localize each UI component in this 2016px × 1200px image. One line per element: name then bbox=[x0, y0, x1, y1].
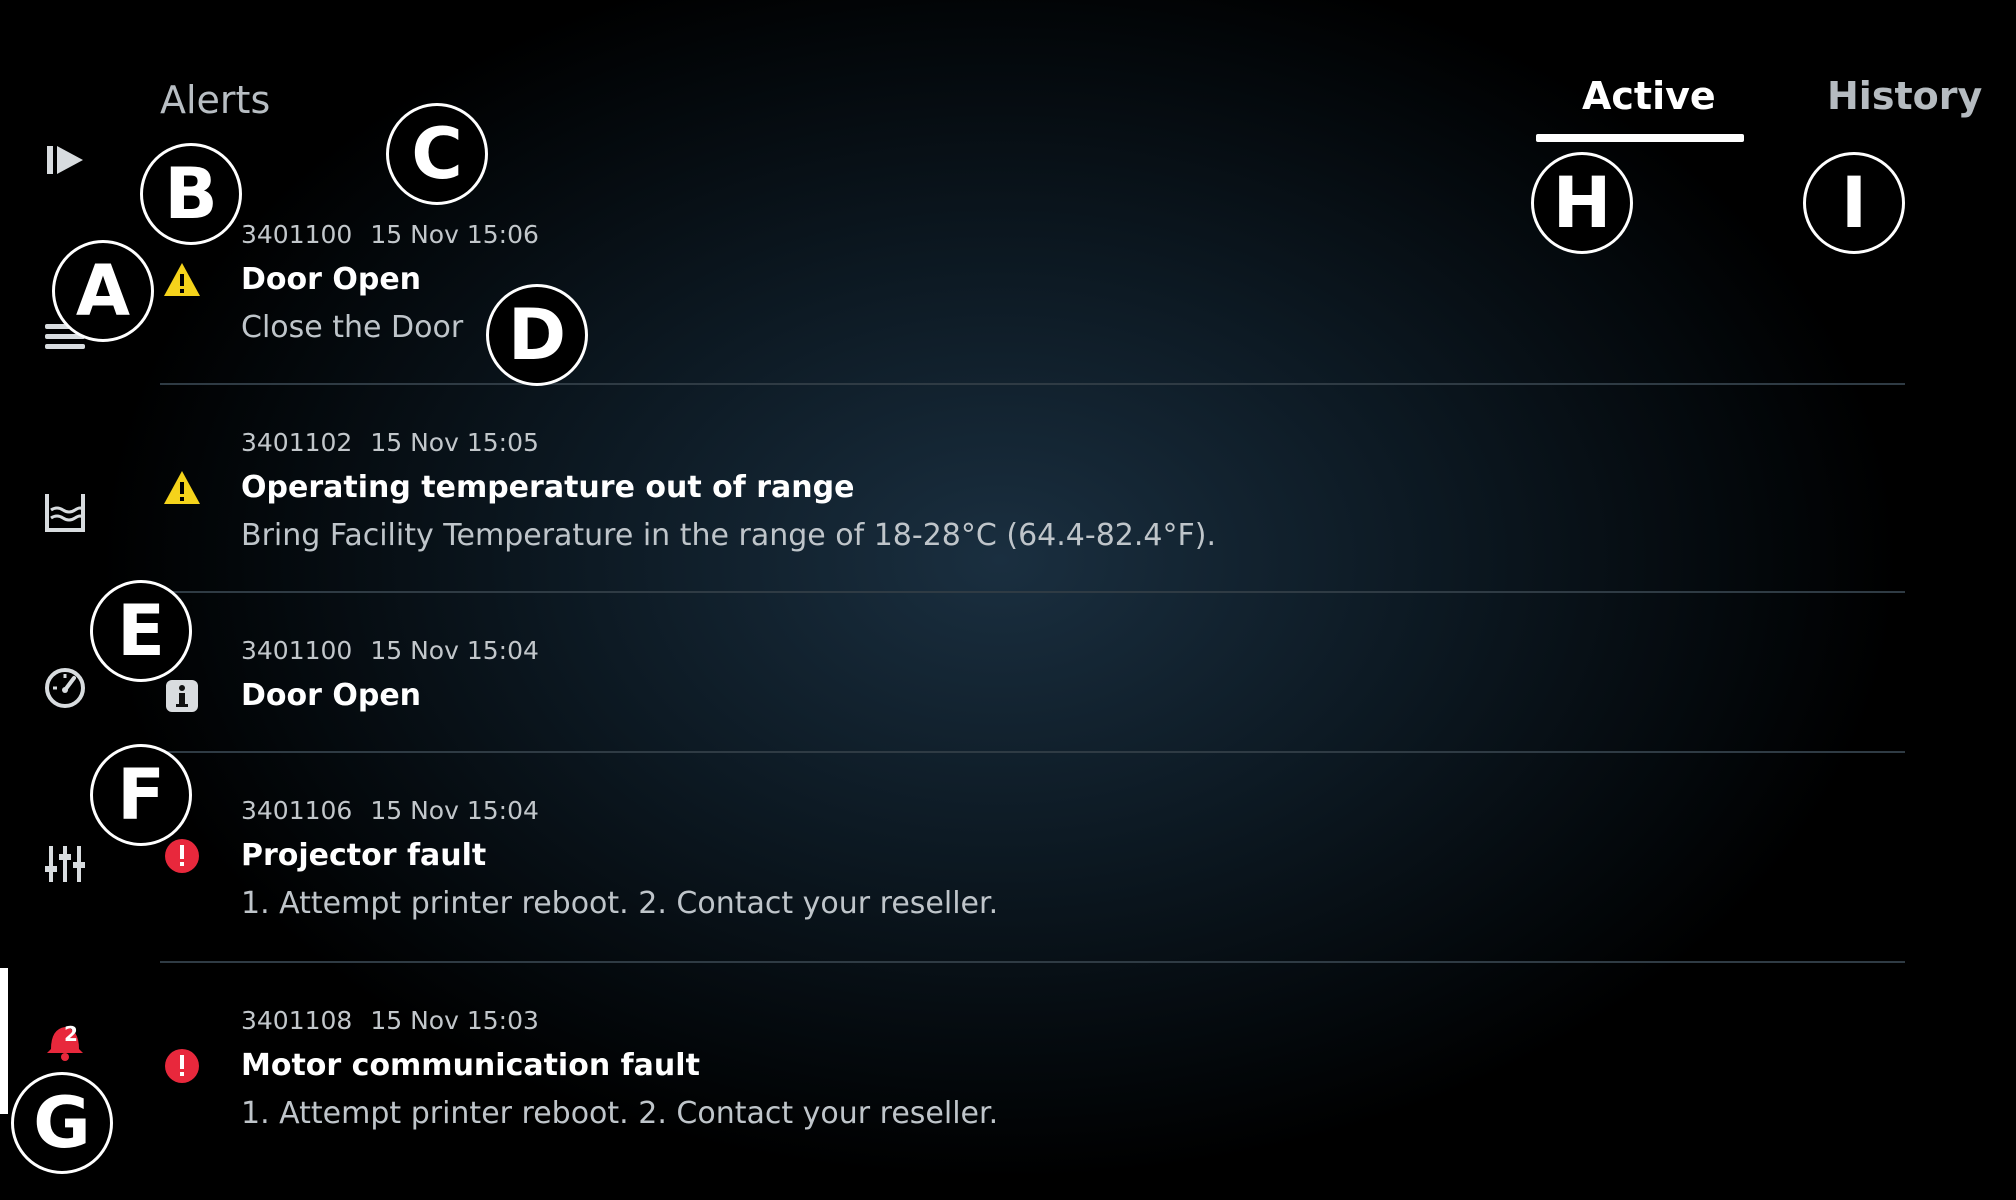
annotation-marker-g: G bbox=[11, 1072, 113, 1174]
annotation-marker-i: I bbox=[1803, 152, 1905, 254]
alert-code: 3401100 bbox=[241, 220, 353, 249]
active-tab-underline bbox=[1536, 134, 1744, 142]
page-title: Alerts bbox=[160, 78, 271, 122]
alert-description: 1. Attempt printer reboot. 2. Contact yo… bbox=[241, 1096, 999, 1131]
alert-code: 3401106 bbox=[241, 796, 353, 825]
nav-tank[interactable] bbox=[0, 472, 130, 552]
annotation-marker-a: A bbox=[52, 240, 154, 342]
alert-date: 15 Nov 15:04 bbox=[370, 796, 539, 825]
warning-icon bbox=[164, 263, 200, 296]
info-icon bbox=[166, 680, 198, 712]
annotation-marker-d: D bbox=[486, 284, 588, 386]
play-icon bbox=[47, 146, 83, 174]
alert-meta: 3401100 15 Nov 15:06 bbox=[241, 220, 539, 249]
alert-description: 1. Attempt printer reboot. 2. Contact yo… bbox=[241, 886, 999, 921]
alert-meta: 3401100 15 Nov 15:04 bbox=[241, 636, 539, 665]
alert-date: 15 Nov 15:05 bbox=[370, 428, 539, 457]
annotation-marker-b: B bbox=[140, 143, 242, 245]
alert-meta: 3401106 15 Nov 15:04 bbox=[241, 796, 539, 825]
alert-row[interactable]: 3401108 15 Nov 15:03 Motor communication … bbox=[160, 963, 1905, 1171]
alert-title: Door Open bbox=[241, 678, 422, 713]
alert-meta: 3401102 15 Nov 15:05 bbox=[241, 428, 539, 457]
alert-title: Operating temperature out of range bbox=[241, 470, 855, 505]
alert-row[interactable]: 3401100 15 Nov 15:06 Door Open Close the … bbox=[160, 200, 1905, 385]
tank-icon bbox=[45, 494, 85, 532]
alert-date: 15 Nov 15:04 bbox=[370, 636, 539, 665]
alert-row[interactable]: 3401100 15 Nov 15:04 Door Open bbox=[160, 593, 1905, 753]
tab-history[interactable]: History bbox=[1827, 74, 1982, 118]
alert-date: 15 Nov 15:06 bbox=[370, 220, 539, 249]
annotation-marker-c: C bbox=[386, 103, 488, 205]
error-icon bbox=[165, 1049, 199, 1083]
alert-code: 3401100 bbox=[241, 636, 353, 665]
alert-row[interactable]: 3401102 15 Nov 15:05 Operating temperatur… bbox=[160, 385, 1905, 593]
alert-title: Door Open bbox=[241, 262, 422, 297]
alert-description: Close the Door bbox=[241, 310, 464, 345]
alert-description: Bring Facility Temperature in the range … bbox=[241, 518, 1216, 553]
annotation-marker-h: H bbox=[1531, 152, 1633, 254]
alert-title: Motor communication fault bbox=[241, 1048, 700, 1083]
alerts-list: 3401100 15 Nov 15:06 Door Open Close the … bbox=[160, 200, 1905, 1171]
annotation-marker-e: E bbox=[90, 580, 192, 682]
warning-icon bbox=[164, 471, 200, 504]
alert-title: Projector fault bbox=[241, 838, 487, 873]
sliders-icon bbox=[45, 846, 85, 882]
alert-date: 15 Nov 15:03 bbox=[370, 1006, 539, 1035]
annotation-marker-f: F bbox=[90, 744, 192, 846]
alert-code: 3401102 bbox=[241, 428, 353, 457]
error-icon bbox=[165, 839, 199, 873]
nav-play[interactable] bbox=[0, 120, 130, 200]
alert-meta: 3401108 15 Nov 15:03 bbox=[241, 1006, 539, 1035]
alert-code: 3401108 bbox=[241, 1006, 353, 1035]
alert-count-badge: 2 bbox=[64, 1022, 78, 1046]
tab-active[interactable]: Active bbox=[1582, 74, 1716, 118]
gauge-icon bbox=[45, 668, 85, 708]
alert-row[interactable]: 3401106 15 Nov 15:04 Projector fault 1. A… bbox=[160, 753, 1905, 963]
